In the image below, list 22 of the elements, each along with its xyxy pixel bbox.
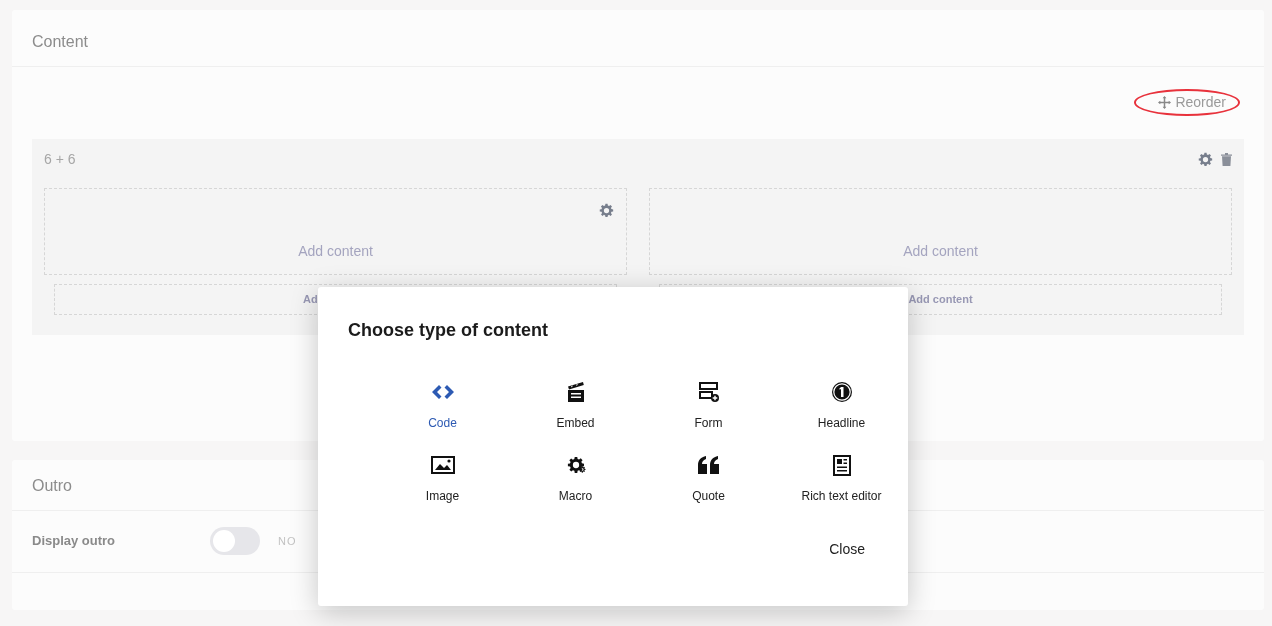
document-icon (832, 454, 851, 476)
numbered-circle-icon (830, 381, 853, 403)
clapperboard-icon (566, 382, 585, 402)
field-label: Display outro (32, 532, 117, 551)
content-type-option[interactable]: Code (376, 380, 509, 432)
form-icon (698, 382, 719, 402)
settings-icon[interactable] (599, 202, 614, 218)
content-type-option[interactable]: Form (642, 380, 775, 432)
move-icon (1158, 96, 1172, 109)
toggle-state-label: NO (278, 533, 297, 549)
settings-icon[interactable] (1198, 152, 1213, 167)
picture-icon (430, 456, 455, 474)
panel-title: Content (12, 10, 1264, 67)
grid-row-title: 6 + 6 (44, 150, 76, 169)
trash-icon[interactable] (1221, 153, 1232, 166)
dialog-title: Choose type of content (348, 319, 549, 342)
content-type-option[interactable]: Embed (509, 380, 642, 432)
content-type-option[interactable]: Headline (775, 380, 908, 432)
close-button[interactable]: Close (829, 539, 865, 560)
code-icon (431, 384, 454, 400)
quote-icon (697, 456, 720, 474)
toggle-switch[interactable] (210, 527, 260, 555)
